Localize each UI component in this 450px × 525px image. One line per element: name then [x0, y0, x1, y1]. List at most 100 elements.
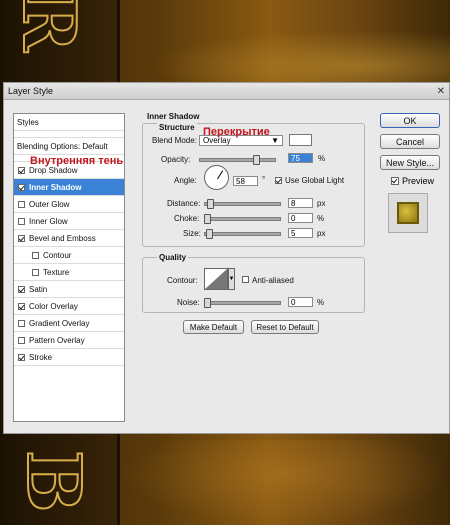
angle-label: Angle:: [174, 176, 197, 185]
contour-label: Contour:: [167, 276, 198, 285]
style-item-checkbox[interactable]: [18, 166, 25, 174]
chevron-down-icon: ▼: [271, 136, 279, 145]
inner-shadow-panel: Inner Shadow Structure Blend Mode: Overl…: [139, 109, 372, 364]
anti-aliased-checkbox[interactable]: [242, 276, 249, 283]
make-default-button[interactable]: Make Default: [183, 320, 244, 334]
close-icon[interactable]: ✕: [437, 86, 445, 97]
blending-options-item[interactable]: Blending Options: Default: [14, 138, 124, 155]
opacity-field[interactable]: 75: [288, 153, 313, 163]
preview-label: Preview: [402, 176, 435, 186]
background-letter-top: R: [6, 0, 93, 53]
opacity-slider[interactable]: [199, 155, 276, 165]
background-glow: [150, 30, 450, 90]
opacity-unit: %: [318, 154, 326, 163]
dialog-title: Layer Style: [8, 86, 54, 96]
distance-unit: px: [317, 199, 326, 208]
opacity-slider-thumb[interactable]: [253, 155, 261, 165]
background-letter-bottom: B: [9, 449, 97, 514]
ok-button[interactable]: OK: [380, 113, 440, 128]
angle-field[interactable]: 58: [233, 176, 258, 186]
style-item-label: Gradient Overlay: [29, 318, 90, 328]
size-field[interactable]: 5: [288, 228, 313, 238]
style-item-gradient-overlay[interactable]: Gradient Overlay: [14, 315, 124, 332]
size-slider-thumb[interactable]: [206, 229, 213, 239]
choke-label: Choke:: [174, 214, 200, 223]
style-item-checkbox[interactable]: [18, 285, 25, 293]
structure-group: Structure Blend Mode: Overlay ▼ Opacity:…: [142, 123, 365, 247]
styles-gap: [14, 131, 124, 138]
structure-title: Structure: [157, 123, 197, 132]
cancel-button[interactable]: Cancel: [380, 134, 440, 149]
noise-unit: %: [317, 298, 325, 307]
use-global-light-checkbox[interactable]: [275, 177, 282, 184]
noise-field[interactable]: 0: [288, 297, 313, 307]
new-style-button[interactable]: New Style...: [380, 155, 440, 170]
choke-unit: %: [317, 214, 325, 223]
style-item-label: Color Overlay: [29, 301, 78, 311]
dialog-titlebar: Layer Style ✕: [4, 83, 449, 100]
style-item-checkbox[interactable]: [18, 302, 25, 310]
style-item-checkbox[interactable]: [32, 268, 39, 276]
style-item-checkbox[interactable]: [18, 217, 25, 225]
style-item-inner-glow[interactable]: Inner Glow: [14, 213, 124, 230]
annotation-blend-mode-ru: Перекрытие: [203, 126, 270, 138]
style-item-outer-glow[interactable]: Outer Glow: [14, 196, 124, 213]
style-item-label: Outer Glow: [29, 199, 70, 209]
preview-checkbox[interactable]: [391, 177, 399, 185]
choke-slider[interactable]: [204, 214, 281, 224]
style-item-inner-shadow[interactable]: Inner Shadow: [14, 179, 124, 196]
reset-to-default-button[interactable]: Reset to Default: [251, 320, 319, 334]
style-item-label: Texture: [43, 267, 70, 277]
style-item-label: Satin: [29, 284, 48, 294]
style-item-color-overlay[interactable]: Color Overlay: [14, 298, 124, 315]
contour-picker[interactable]: [204, 268, 228, 290]
noise-slider[interactable]: [204, 298, 281, 308]
preview-swatch: [397, 202, 419, 224]
style-item-checkbox[interactable]: [32, 251, 39, 259]
style-item-label: Inner Glow: [29, 216, 68, 226]
style-item-contour[interactable]: Contour: [14, 247, 124, 264]
distance-slider-thumb[interactable]: [207, 199, 214, 209]
style-item-label: Pattern Overlay: [29, 335, 85, 345]
opacity-label: Opacity:: [161, 155, 191, 164]
contour-curve-icon: [205, 269, 227, 289]
style-item-pattern-overlay[interactable]: Pattern Overlay: [14, 332, 124, 349]
style-item-satin[interactable]: Satin: [14, 281, 124, 298]
noise-label: Noise:: [177, 298, 200, 307]
angle-unit: °: [262, 175, 266, 184]
style-item-checkbox[interactable]: [18, 353, 25, 361]
style-item-stroke[interactable]: Stroke: [14, 349, 124, 366]
style-item-texture[interactable]: Texture: [14, 264, 124, 281]
quality-group: Quality Contour: ▼ Anti-aliased Noise: 0…: [142, 253, 365, 313]
size-slider[interactable]: [204, 229, 281, 239]
noise-slider-thumb[interactable]: [204, 298, 211, 308]
style-item-checkbox[interactable]: [18, 336, 25, 344]
size-label: Size:: [183, 229, 201, 238]
contour-dropdown-icon[interactable]: ▼: [228, 268, 235, 290]
choke-slider-thumb[interactable]: [204, 214, 211, 224]
style-item-label: Contour: [43, 250, 72, 260]
blend-mode-label: Blend Mode:: [152, 136, 197, 145]
blend-color-swatch[interactable]: [289, 134, 312, 146]
style-item-checkbox[interactable]: [18, 319, 25, 327]
style-item-label: Inner Shadow: [29, 182, 82, 192]
choke-field[interactable]: 0: [288, 213, 313, 223]
quality-title: Quality: [157, 253, 189, 262]
distance-field[interactable]: 8: [288, 198, 313, 208]
style-item-label: Stroke: [29, 352, 53, 362]
style-item-bevel-and-emboss[interactable]: Bevel and Emboss: [14, 230, 124, 247]
style-item-label: Bevel and Emboss: [29, 233, 96, 243]
annotation-inner-shadow-ru: Внутренняя тень: [30, 155, 124, 167]
preview-thumbnail: [388, 193, 428, 233]
use-global-light-label: Use Global Light: [285, 176, 345, 185]
style-item-checkbox[interactable]: [18, 234, 25, 242]
angle-dial-needle: [217, 170, 224, 180]
section-title: Inner Shadow: [147, 112, 200, 121]
distance-label: Distance:: [167, 199, 201, 208]
size-unit: px: [317, 229, 326, 238]
distance-slider[interactable]: [204, 199, 281, 209]
angle-dial[interactable]: [204, 165, 229, 190]
style-item-checkbox[interactable]: [18, 183, 25, 191]
style-item-checkbox[interactable]: [18, 200, 25, 208]
styles-header[interactable]: Styles: [14, 114, 124, 131]
